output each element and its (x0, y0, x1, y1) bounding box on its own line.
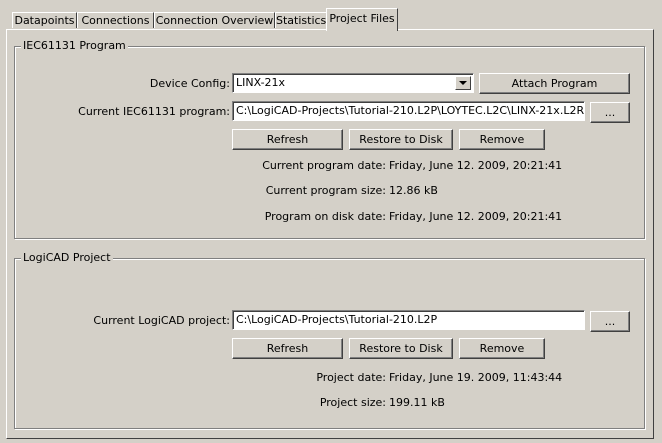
tab-datapoints[interactable]: Datapoints (12, 12, 77, 28)
project-size-label: Project size: (319, 396, 386, 409)
program-date-value: Friday, June 12. 2009, 20:21:41 (389, 159, 563, 172)
current-program-field[interactable]: C:\LogiCAD-Projects\Tutorial-210.L2P\LOY… (232, 101, 585, 121)
tab-project-files[interactable]: Project Files (326, 8, 398, 31)
restore-project-button[interactable]: Restore to Disk (349, 338, 453, 359)
project-date-label: Project date: (316, 371, 386, 384)
remove-program-button[interactable]: Remove (459, 129, 545, 150)
current-program-label: Current IEC61131 program: (78, 105, 230, 118)
disk-date-value: Friday, June 12. 2009, 20:21:41 (389, 210, 563, 223)
tab-connections[interactable]: Connections (77, 12, 154, 28)
attach-program-button[interactable]: Attach Program (479, 73, 630, 94)
disk-date-label: Program on disk date: (264, 210, 386, 223)
remove-project-button[interactable]: Remove (459, 338, 545, 359)
current-project-field[interactable]: C:\LogiCAD-Projects\Tutorial-210.L2P (232, 310, 585, 330)
program-size-value: 12.86 kB (389, 184, 438, 197)
program-date-label: Current program date: (262, 159, 386, 172)
project-files-panel: IEC61131 Program Device Config: LINX-21x… (6, 29, 654, 439)
device-config-value: LINX-21x (236, 76, 286, 89)
browse-program-button[interactable]: ... (590, 102, 630, 123)
chevron-down-icon[interactable] (455, 76, 471, 90)
current-project-label: Current LogiCAD project: (93, 314, 230, 327)
iec61131-group-title: IEC61131 Program (21, 39, 128, 53)
device-config-label: Device Config: (149, 77, 230, 90)
restore-program-button[interactable]: Restore to Disk (349, 129, 453, 150)
program-size-label: Current program size: (265, 184, 386, 197)
tab-statistics[interactable]: Statistics (275, 12, 327, 28)
device-config-select[interactable]: LINX-21x (232, 73, 474, 93)
project-size-value: 199.11 kB (389, 396, 445, 409)
logicad-group-title: LogiCAD Project (21, 251, 113, 265)
tab-connection-overview[interactable]: Connection Overview (154, 12, 275, 28)
refresh-program-button[interactable]: Refresh (232, 129, 343, 150)
browse-project-button[interactable]: ... (590, 311, 630, 332)
refresh-project-button[interactable]: Refresh (232, 338, 343, 359)
project-date-value: Friday, June 19. 2009, 11:43:44 (389, 371, 563, 384)
